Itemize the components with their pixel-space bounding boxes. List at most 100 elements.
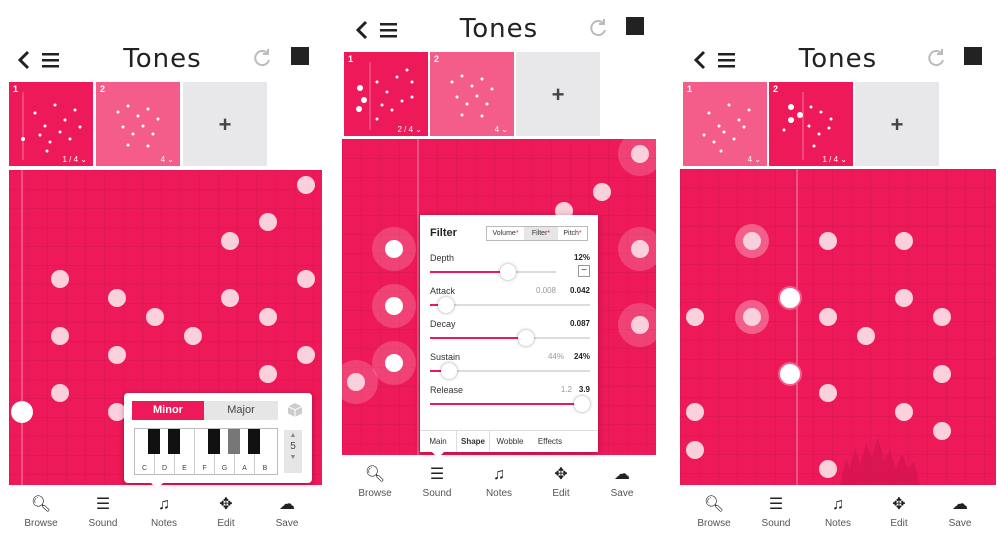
nav-notes[interactable]: ♫ Notes	[133, 494, 195, 529]
pattern-tile-2[interactable]: 2 1 / 4 ⌄	[769, 82, 853, 166]
pattern-tile-1[interactable]: 1 2 / 4 ⌄	[344, 52, 428, 136]
nav-browse[interactable]: 🔍︎ Browse	[683, 494, 745, 529]
pattern-tile-1[interactable]: 1 1 / 4 ⌄	[9, 82, 93, 166]
add-pattern-button[interactable]: +	[855, 82, 939, 166]
stop-square-icon[interactable]	[964, 47, 982, 65]
nav-sound[interactable]: ☰ Sound	[745, 494, 807, 529]
pattern-strip: 1 1 / 4 ⌄ 2 4 ⌄ +	[0, 82, 325, 166]
pattern-tile-1[interactable]: 1 4 ⌄	[683, 82, 767, 166]
nav-save[interactable]: ☁ Save	[929, 494, 991, 529]
pattern-count[interactable]: 4 ⌄	[748, 155, 761, 164]
key-f-sharp[interactable]	[208, 429, 220, 454]
pattern-count[interactable]: 4 ⌄	[495, 125, 508, 134]
stop-square-icon[interactable]	[626, 17, 644, 35]
add-pattern-button[interactable]: +	[516, 52, 600, 136]
pattern-strip: 1 4 ⌄ 2 1 / 4 ⌄ +	[676, 82, 1000, 166]
grid-notes	[686, 169, 951, 485]
slider-knob[interactable]	[518, 330, 534, 346]
octave-stepper[interactable]: ▲ 5 ▼	[284, 430, 302, 473]
tab-pitch[interactable]: Pitch*	[558, 227, 587, 240]
nav-browse[interactable]: 🔍︎ Browse	[344, 464, 406, 499]
sliders-icon: ☰	[429, 466, 445, 483]
bottom-nav: 🔍︎ Browse ☰ Sound ♫ Notes ✥ Edit ☁ Save	[338, 464, 660, 514]
note-grid[interactable]	[680, 169, 996, 485]
nav-sound[interactable]: ☰ Sound	[406, 464, 468, 499]
top-bar: Tones	[676, 36, 1000, 86]
search-icon: 🔍︎	[703, 496, 725, 513]
filter-tabs: Volume* Filter* Pitch*	[486, 226, 588, 241]
decay-slider[interactable]	[430, 330, 590, 346]
pattern-thumbnail	[356, 62, 414, 130]
panel-title: Filter	[430, 227, 457, 239]
key-g-sharp[interactable]	[228, 429, 240, 454]
nav-save[interactable]: ☁ Save	[256, 494, 318, 529]
nav-edit[interactable]: ✥ Edit	[195, 494, 257, 529]
subtab-wobble[interactable]: Wobble	[490, 431, 530, 452]
sound-subtabs: Main Shape Wobble Effects	[420, 430, 598, 452]
attack-slider[interactable]	[430, 297, 590, 313]
subtab-effects[interactable]: Effects	[530, 431, 570, 452]
triangle-down-icon[interactable]: ▼	[284, 454, 302, 461]
cloud-upload-icon: ☁	[614, 466, 630, 483]
pattern-count[interactable]: 1 / 4 ⌄	[822, 155, 847, 164]
minus-icon[interactable]: −	[578, 265, 590, 277]
subtab-shape[interactable]: Shape	[456, 431, 490, 452]
depth-slider[interactable]	[430, 264, 556, 280]
mode-major-button[interactable]: Major	[204, 401, 278, 420]
pattern-count[interactable]: 2 / 4 ⌄	[397, 125, 422, 134]
key-c-sharp[interactable]	[148, 429, 160, 454]
nav-browse[interactable]: 🔍︎ Browse	[10, 494, 72, 529]
release-slider[interactable]	[430, 396, 590, 412]
pattern-count[interactable]: 4 ⌄	[161, 155, 174, 164]
plus-icon: +	[218, 112, 232, 137]
music-note-icon: ♫	[832, 496, 844, 513]
filter-panel: Filter Volume* Filter* Pitch* Depth 12% …	[420, 215, 598, 452]
param-depth: Depth 12% −	[430, 253, 590, 283]
mode-minor-button[interactable]: Minor	[132, 401, 204, 420]
triangle-up-icon[interactable]: ▲	[284, 432, 302, 439]
screen-notes: Tones 1 1 / 4 ⌄ 2 4 ⌄ + Minor Major C D …	[0, 0, 325, 537]
nav-sound[interactable]: ☰ Sound	[72, 494, 134, 529]
pattern-thumbnail	[21, 92, 82, 160]
param-attack: Attack 0.008 0.042	[430, 286, 590, 316]
cloud-upload-icon: ☁	[279, 496, 295, 513]
plus-icon: +	[890, 112, 904, 137]
cloud-upload-icon: ☁	[952, 496, 968, 513]
slider-knob[interactable]	[500, 264, 517, 280]
refresh-icon[interactable]	[586, 16, 610, 40]
nav-edit[interactable]: ✥ Edit	[868, 494, 930, 529]
piano-keyboard: C D E F G A B	[134, 428, 278, 475]
key-a-sharp[interactable]	[248, 429, 260, 454]
key-d-sharp[interactable]	[168, 429, 180, 454]
nav-notes[interactable]: ♫ Notes	[807, 494, 869, 529]
slider-knob[interactable]	[441, 363, 458, 379]
app-title: Tones	[798, 44, 878, 74]
scale-popup: Minor Major C D E F G A B ▲ 5 ▼	[124, 393, 312, 483]
pattern-tile-2[interactable]: 2 4 ⌄	[96, 82, 180, 166]
pattern-thumbnail	[116, 104, 160, 148]
tab-volume[interactable]: Volume*	[487, 227, 524, 240]
plus-icon: +	[551, 82, 565, 107]
random-cube-icon[interactable]	[287, 402, 303, 418]
subtab-main[interactable]: Main	[420, 431, 456, 452]
popup-pointer	[151, 483, 163, 489]
pattern-strip: 1 2 / 4 ⌄ 2 4 ⌄ +	[338, 52, 660, 136]
add-pattern-button[interactable]: +	[183, 82, 267, 166]
search-icon: 🔍︎	[364, 466, 386, 483]
move-arrows-icon: ✥	[892, 496, 906, 513]
slider-knob[interactable]	[438, 297, 454, 313]
top-bar: Tones	[338, 6, 660, 56]
nav-notes[interactable]: ♫ Notes	[468, 464, 530, 499]
refresh-icon[interactable]	[924, 46, 948, 70]
nav-save[interactable]: ☁ Save	[591, 464, 653, 499]
tab-filter[interactable]: Filter*	[524, 227, 558, 240]
stop-square-icon[interactable]	[291, 47, 309, 65]
pattern-count[interactable]: 1 / 4 ⌄	[62, 155, 87, 164]
screen-edit: Tones 1 4 ⌄ 2 1 / 4 ⌄ + 🔍︎ Browse ☰ Soun…	[676, 0, 1000, 537]
refresh-icon[interactable]	[250, 46, 274, 70]
nav-edit[interactable]: ✥ Edit	[530, 464, 592, 499]
slider-knob[interactable]	[574, 396, 590, 412]
music-note-icon: ♫	[493, 466, 505, 483]
pattern-tile-2[interactable]: 2 4 ⌄	[430, 52, 514, 136]
sustain-slider[interactable]	[430, 363, 590, 379]
